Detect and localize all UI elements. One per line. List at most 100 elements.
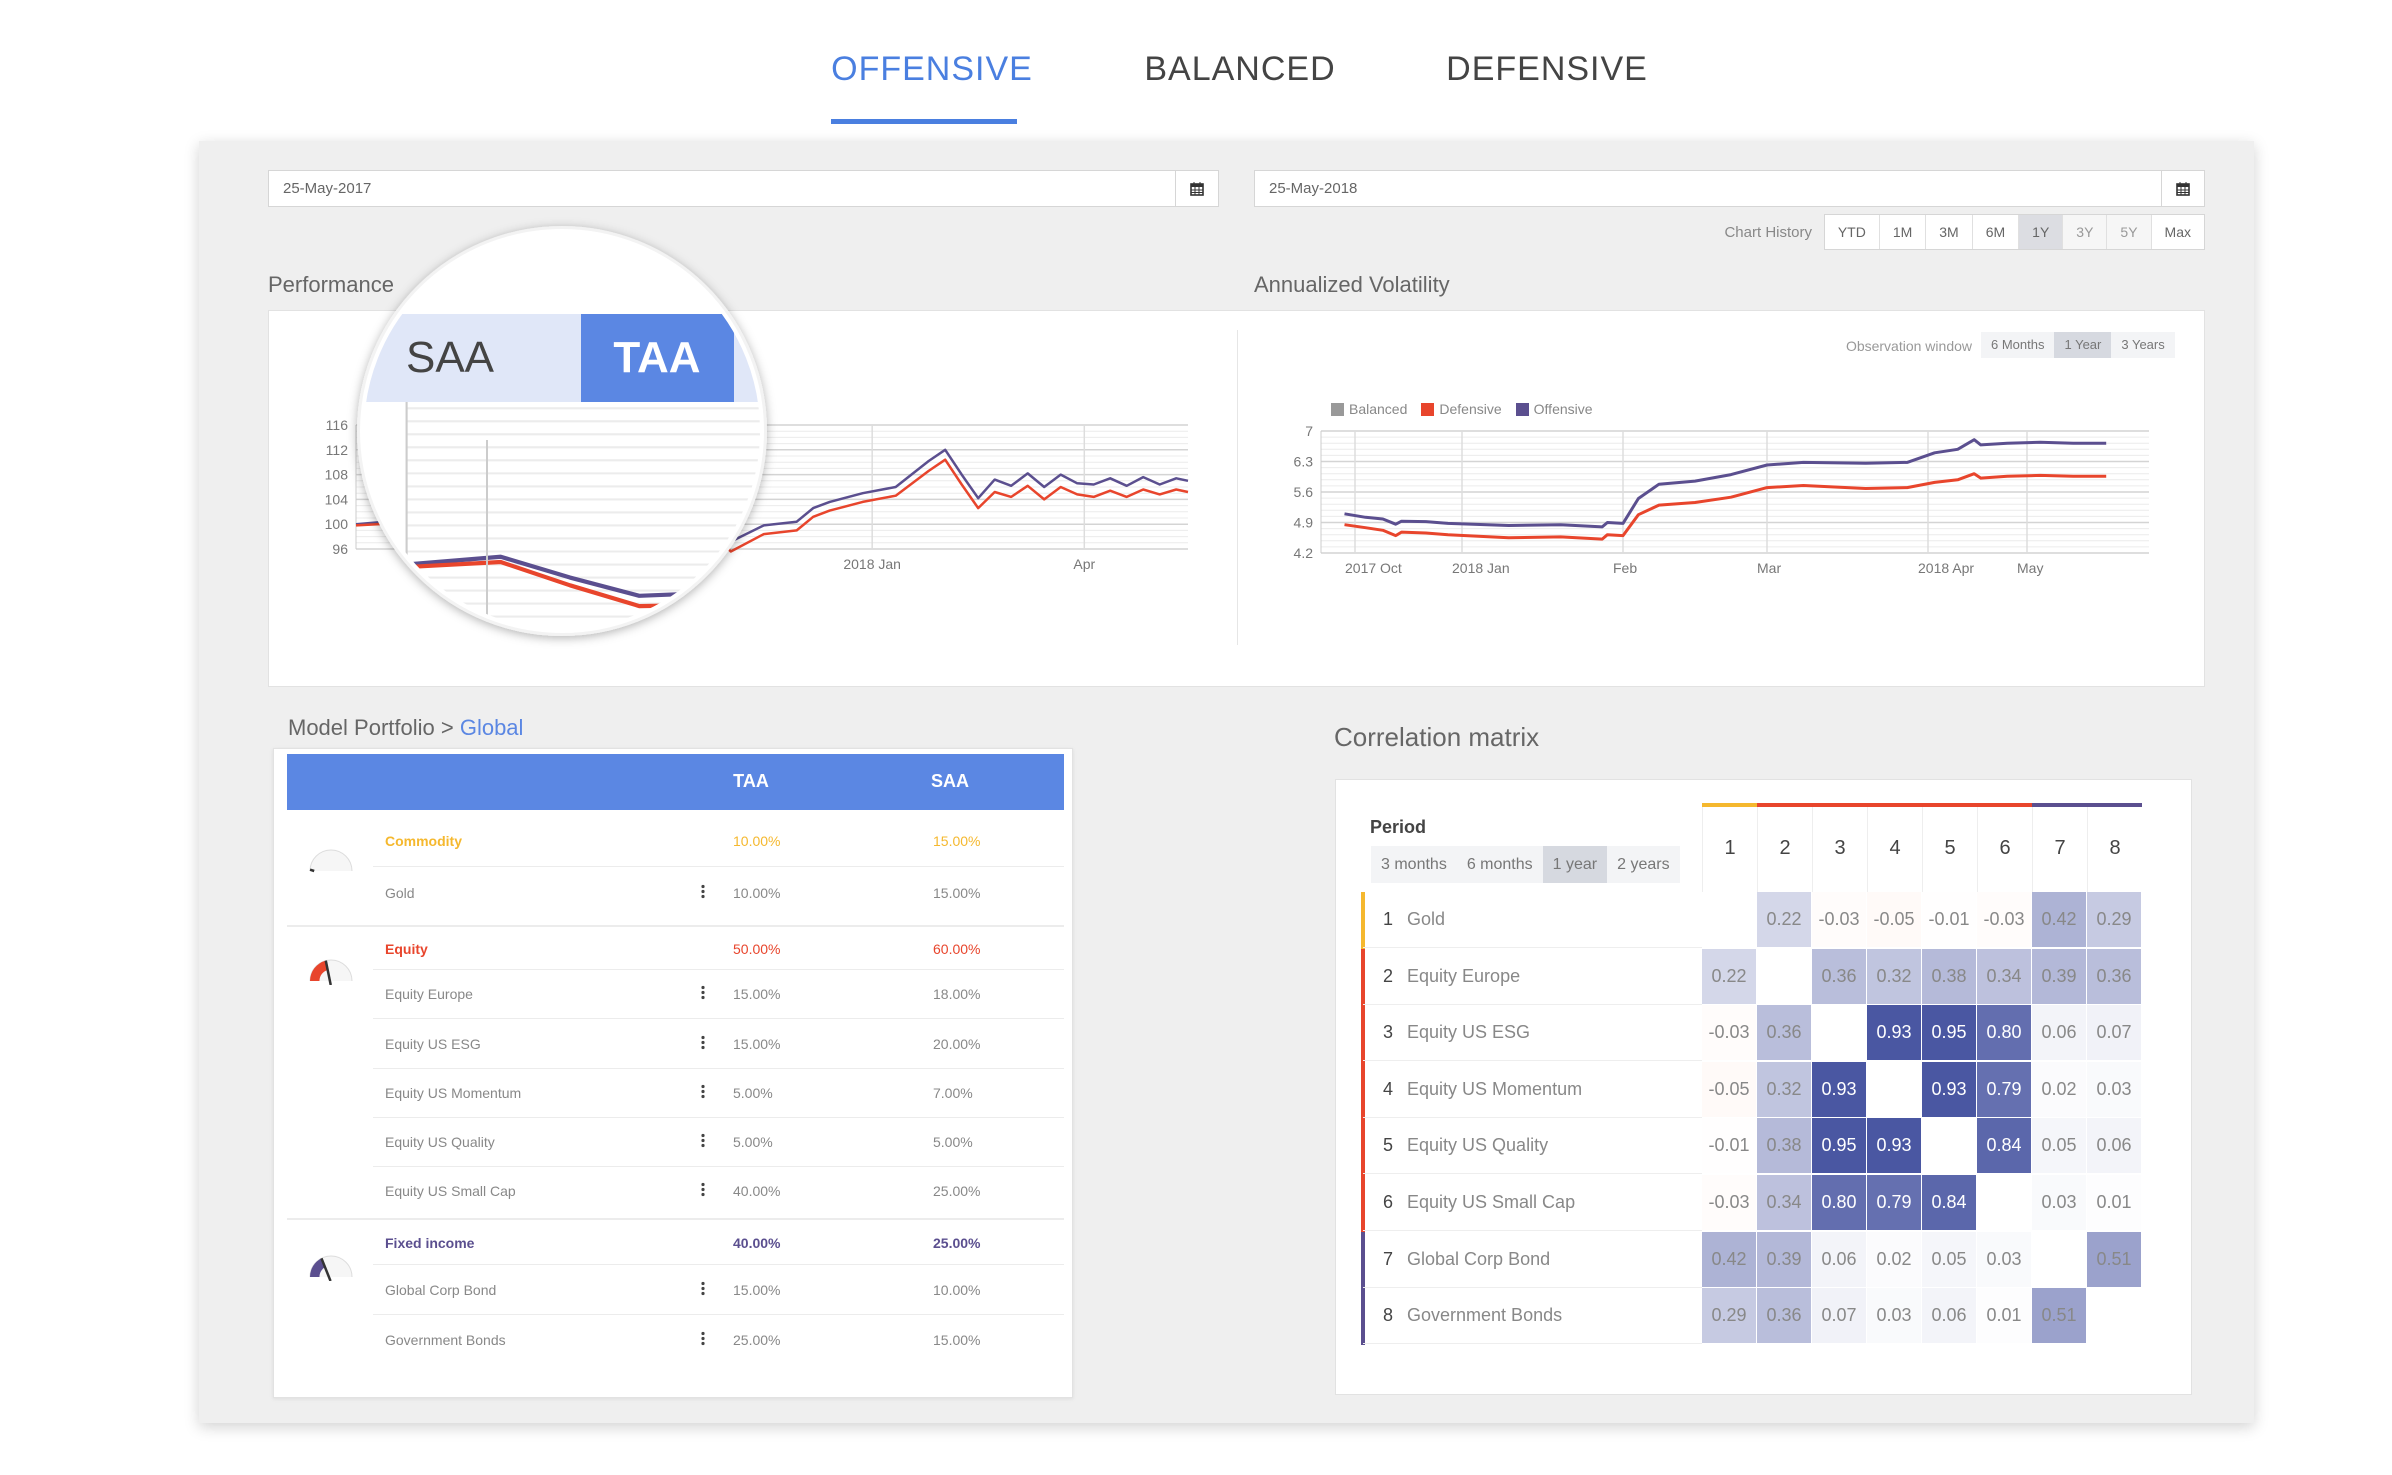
group-divider — [287, 925, 1064, 927]
taa-value: 5.00% — [733, 1085, 773, 1101]
matrix-cell: 0.06 — [1922, 1288, 1977, 1345]
row-name: Equity US Momentum — [1407, 1078, 1583, 1099]
vertical-dots-icon[interactable] — [701, 1133, 705, 1151]
x-tick-label: Mar — [1757, 560, 1781, 576]
vertical-dots-icon[interactable] — [701, 1084, 705, 1102]
taa-value: 50.00% — [733, 941, 781, 957]
portfolio-item-row: Equity US ESG 15.00% 20.00% — [373, 1019, 1064, 1069]
taa-label: TAA — [613, 333, 700, 382]
y-tick-label: 96 — [332, 541, 348, 557]
matrix-cell: 0.84 — [1922, 1175, 1977, 1231]
row-name: Global Corp Bond — [1407, 1248, 1551, 1269]
period-label: Period — [1370, 817, 1427, 837]
matrix-cell: 0.22 — [1757, 892, 1812, 948]
saa-value: 18.00% — [933, 986, 981, 1002]
vertical-dots-icon[interactable] — [701, 985, 705, 1003]
matrix-cell: 0.34 — [1757, 1175, 1812, 1231]
period-3-months[interactable]: 3 months — [1371, 846, 1457, 883]
item-name: Government Bonds — [385, 1332, 506, 1348]
taa-value: 5.00% — [733, 1134, 773, 1150]
matrix-row-label: 7 Global Corp Bond — [1363, 1232, 1702, 1288]
matrix-cell: 0.80 — [1812, 1175, 1867, 1231]
row-name: Government Bonds — [1407, 1305, 1563, 1326]
row-index: 2 — [1383, 965, 1394, 986]
period-1-year[interactable]: 1 year — [1542, 846, 1608, 883]
portfolio-item-row: Gold 10.00% 15.00% — [373, 867, 1064, 919]
x-tick-label: 2018 Jan — [1452, 560, 1510, 576]
matrix-cell: 0.93 — [1922, 1061, 1977, 1118]
column-header: 8 — [2087, 807, 2142, 892]
header-saa: SAA — [930, 771, 970, 791]
vertical-dots-icon[interactable] — [701, 1331, 705, 1349]
vertical-dots-icon[interactable] — [701, 1035, 705, 1052]
column-header: 4 — [1867, 807, 1922, 892]
portfolio-group-row: Commodity 10.00% 15.00% — [373, 815, 1064, 867]
matrix-cell: 0.38 — [1922, 948, 1977, 1005]
row-index: 5 — [1383, 1135, 1394, 1156]
item-name: Global Corp Bond — [385, 1281, 497, 1298]
matrix-cell: 0.03 — [2087, 1061, 2142, 1118]
matrix-cell: -0.01 — [1922, 892, 1977, 948]
matrix-cell — [1977, 1175, 2032, 1231]
row-name: Equity US Quality — [1407, 1135, 1549, 1156]
matrix-cell: -0.03 — [1977, 892, 2032, 948]
vertical-dots-icon[interactable] — [701, 1281, 705, 1298]
matrix-cell — [1702, 892, 1757, 948]
taa-value: 10.00% — [733, 885, 781, 901]
portfolio-item-row: Equity Europe 15.00% 18.00% — [373, 970, 1064, 1019]
period-2-years[interactable]: 2 years — [1607, 846, 1679, 883]
vertical-dots-icon[interactable] — [701, 884, 705, 902]
matrix-cell: 0.06 — [1812, 1231, 1867, 1288]
item-name: Equity US Momentum — [385, 1085, 522, 1101]
row-index: 8 — [1383, 1305, 1394, 1326]
row-index: 4 — [1383, 1078, 1394, 1099]
portfolio-item-row: Global Corp Bond 15.00% 10.00% — [373, 1265, 1064, 1315]
row-index: 6 — [1383, 1192, 1394, 1212]
y-tick-label: 4.2 — [1294, 545, 1314, 561]
period-6-months[interactable]: 6 months — [1457, 846, 1543, 883]
matrix-row-label: 4 Equity US Momentum — [1363, 1062, 1702, 1118]
saa-value: 60.00% — [933, 941, 981, 957]
taa-value: 40.00% — [733, 1183, 781, 1199]
matrix-cell: 0.01 — [2087, 1175, 2142, 1231]
matrix-cell: 0.01 — [1977, 1288, 2032, 1345]
y-tick-label: 7 — [1305, 423, 1313, 439]
matrix-cell: 0.02 — [2032, 1061, 2087, 1118]
series-line-defensive — [1344, 472, 2107, 541]
matrix-cell: 0.51 — [2032, 1288, 2087, 1345]
matrix-cell: 0.32 — [1757, 1061, 1812, 1118]
saa-value: 15.00% — [933, 885, 981, 901]
saa-value: 25.00% — [933, 1183, 981, 1199]
matrix-cell — [1867, 1061, 1922, 1118]
matrix-row-label: 8 Government Bonds — [1363, 1288, 1702, 1345]
correlation-title: Correlation matrix — [1334, 722, 1540, 752]
matrix-row-label: 1 Gold — [1363, 892, 1702, 948]
item-name: Equity US ESG — [385, 1035, 481, 1052]
header-taa: TAA — [733, 771, 769, 791]
x-tick-label: May — [2017, 560, 2043, 576]
matrix-cell: -0.03 — [1702, 1175, 1757, 1231]
portfolio-global-link[interactable]: Global — [460, 715, 524, 740]
matrix-cell: -0.05 — [1867, 892, 1922, 948]
matrix-cell: 0.22 — [1702, 948, 1757, 1005]
matrix-cell — [1757, 948, 1812, 1005]
saa-value: 15.00% — [933, 1332, 981, 1348]
matrix-row-label: 6 Equity US Small Cap — [1363, 1175, 1702, 1231]
matrix-cell: -0.03 — [1702, 1005, 1757, 1062]
matrix-cell: 0.39 — [1757, 1231, 1812, 1288]
saa-value: 10.00% — [933, 1281, 981, 1298]
matrix-cell: 0.36 — [1812, 948, 1867, 1005]
matrix-cell: 0.51 — [2087, 1231, 2142, 1288]
portfolio-item-row: Government Bonds 25.00% 15.00% — [373, 1315, 1064, 1365]
y-tick-label: 5.6 — [1294, 484, 1314, 500]
y-tick-label: 4.9 — [1294, 515, 1314, 531]
model-portfolio-title: Model Portfolio > Global — [288, 715, 523, 741]
matrix-cell: 0.95 — [1812, 1118, 1867, 1175]
vertical-dots-icon[interactable] — [701, 1182, 705, 1200]
matrix-cell: 0.06 — [2032, 1005, 2087, 1062]
saa-value: 5.00% — [933, 1134, 973, 1150]
portfolio-group-row: Fixed income 40.00% 25.00% — [373, 1222, 1064, 1265]
taa-value: 15.00% — [733, 986, 781, 1002]
column-header: 3 — [1812, 807, 1867, 892]
gauge-icon-equity — [309, 959, 353, 985]
